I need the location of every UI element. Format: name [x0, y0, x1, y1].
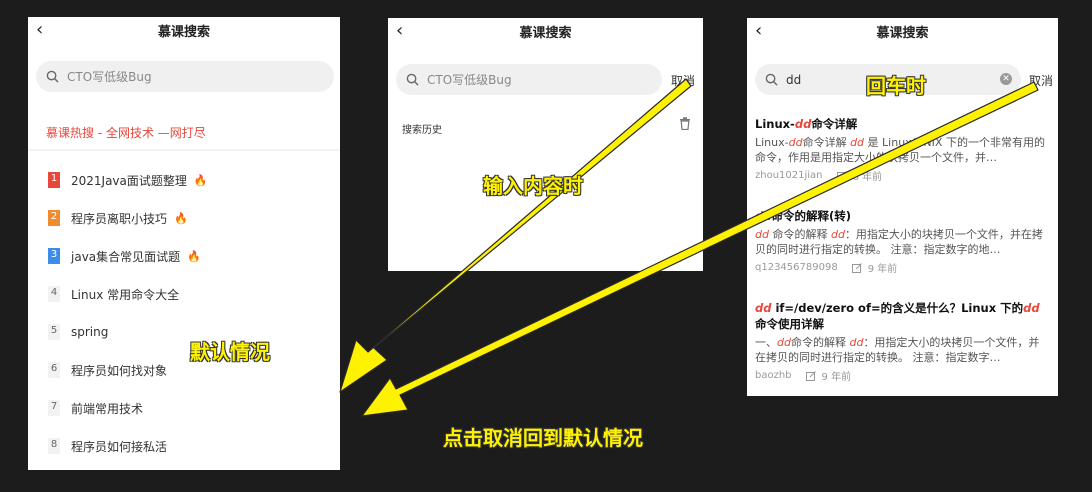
hot-search-item-label: Linux 常用命令大全	[71, 287, 180, 302]
result-title: dd if=/dev/zero of=的含义是什么？Linux 下的dd命令使用…	[755, 301, 1040, 331]
hot-search-item[interactable]: 7 前端常用技术	[28, 389, 340, 427]
rank-badge: 1	[48, 172, 60, 188]
hot-search-item-label: 程序员如何找对象	[71, 363, 168, 378]
search-bar[interactable]	[396, 64, 662, 95]
hot-search-item-label: 程序员离职小技巧	[71, 211, 168, 226]
page-title: 慕课搜索	[157, 25, 210, 40]
hot-search-item-label: java集合常见面试题	[71, 249, 181, 264]
edit-icon	[805, 370, 816, 381]
keyword-highlight: dd	[850, 136, 865, 149]
search-result[interactable]: dd命令的解释(转) dd 命令的解释 dd：用指定大小的块拷贝一个文件，并在拷贝…	[755, 208, 1050, 275]
search-bar[interactable]	[36, 61, 334, 92]
keyword-highlight: dd	[788, 136, 803, 149]
result-author: baozhb	[755, 370, 792, 381]
cancel-button[interactable]: 取消	[671, 72, 695, 89]
fire-icon: 🔥	[174, 211, 188, 225]
search-input[interactable]	[425, 71, 629, 88]
result-title: Linux-dd命令详解	[755, 117, 858, 131]
rank-badge: 7	[48, 400, 60, 416]
hot-search-item[interactable]: 8 程序员如何接私活	[28, 427, 340, 465]
keyword-highlight: dd	[777, 336, 791, 349]
result-meta: baozhb 9 年前	[755, 368, 1050, 383]
hot-search-item-label: spring	[71, 325, 109, 339]
default-state-screen: ‹ 慕课搜索 慕课热搜 - 全网技术 —网打尽 12021Java面试题整理🔥2…	[28, 17, 340, 470]
page-title: 慕课搜索	[519, 26, 572, 41]
hot-search-item[interactable]: 4 Linux 常用命令大全	[28, 275, 340, 313]
search-history-label: 搜索历史	[402, 125, 442, 136]
search-input[interactable]	[65, 68, 269, 85]
annotation-enter: 回车时	[866, 74, 926, 98]
divider	[28, 149, 340, 151]
result-author: q123456789098	[755, 262, 838, 273]
header: ‹ 慕课搜索	[28, 17, 340, 45]
search-icon	[765, 73, 778, 86]
hot-search-item[interactable]: 6 程序员如何找对象	[28, 351, 340, 389]
rank-badge: 6	[48, 362, 60, 378]
search-icon	[406, 73, 419, 86]
search-icon	[46, 70, 59, 83]
typing-state-screen: ‹ 慕课搜索 取消 搜索历史	[388, 18, 703, 271]
hot-search-item-label: 程序员如何接私活	[71, 439, 168, 454]
result-snippet: Linux-dd命令详解 dd 是 Linux/UNIX 下的一个非常有用的命令…	[755, 136, 1045, 164]
header: ‹ 慕课搜索	[388, 18, 703, 46]
hot-search-item[interactable]: 5 spring	[28, 313, 340, 351]
keyword-highlight: dd	[1023, 301, 1040, 315]
keyword-highlight: dd	[755, 209, 772, 223]
result-title: dd命令的解释(转)	[755, 209, 851, 223]
hot-search-item[interactable]: 3 java集合常见面试题 🔥	[28, 237, 340, 275]
page-title: 慕课搜索	[876, 26, 929, 41]
clear-input-icon[interactable]: ✕	[1000, 73, 1012, 85]
fire-icon: 🔥	[193, 173, 208, 187]
result-snippet: dd 命令的解释 dd：用指定大小的块拷贝一个文件，并在拷贝的同时进行指定的转换…	[755, 228, 1043, 256]
hot-search-item[interactable]: 1 2021Java面试题整理 🔥	[28, 161, 340, 199]
rank-badge: 8	[48, 438, 60, 454]
search-result[interactable]: dd if=/dev/zero of=的含义是什么？Linux 下的dd命令使用…	[755, 300, 1050, 383]
hot-search-list: 1 2021Java面试题整理 🔥 2 程序员离职小技巧 🔥 3 java集合常见面试题 🔥 4 L…	[28, 161, 340, 465]
result-author: zhou1021jian	[755, 170, 823, 181]
annotation-default: 默认情况	[190, 340, 270, 364]
cancel-button[interactable]: 取消	[1029, 72, 1053, 89]
result-time: 9 年前	[821, 372, 852, 383]
keyword-highlight: dd	[755, 301, 772, 315]
result-time: 6 年前	[852, 172, 883, 183]
keyword-highlight: dd	[794, 117, 812, 131]
result-snippet: 一、dd命令的解释 dd：用指定大小的块拷贝一个文件，并在拷贝的同时进行指定的转…	[755, 336, 1040, 364]
edit-icon	[851, 262, 862, 273]
annotation-cancel-back: 点击取消回到默认情况	[443, 426, 643, 450]
result-time: 9 年前	[867, 264, 898, 275]
search-result[interactable]: Linux-dd命令详解 Linux-dd命令详解 dd 是 Linux/UNIX…	[755, 116, 1050, 183]
rank-badge: 4	[48, 286, 60, 302]
rank-badge: 3	[48, 248, 60, 264]
hot-search-title: 慕课热搜 - 全网技术 —网打尽	[46, 126, 206, 140]
hot-search-item-label: 前端常用技术	[71, 401, 144, 416]
fire-icon: 🔥	[187, 249, 201, 263]
hot-search-item-label: 2021Java面试题整理	[71, 173, 187, 188]
rank-badge: 5	[48, 324, 60, 340]
keyword-highlight: dd	[830, 228, 845, 241]
annotation-typing: 输入内容时	[483, 174, 583, 198]
hot-search-item[interactable]: 2 程序员离职小技巧 🔥	[28, 199, 340, 237]
keyword-highlight: dd	[755, 228, 769, 241]
result-meta: q123456789098 9 年前	[755, 260, 1050, 275]
edit-icon	[836, 170, 847, 181]
result-meta: zhou1021jian 6 年前	[755, 168, 1050, 183]
header: ‹ 慕课搜索	[747, 18, 1058, 46]
rank-badge: 2	[48, 210, 60, 226]
keyword-highlight: dd	[849, 336, 864, 349]
trash-icon[interactable]	[679, 117, 691, 130]
